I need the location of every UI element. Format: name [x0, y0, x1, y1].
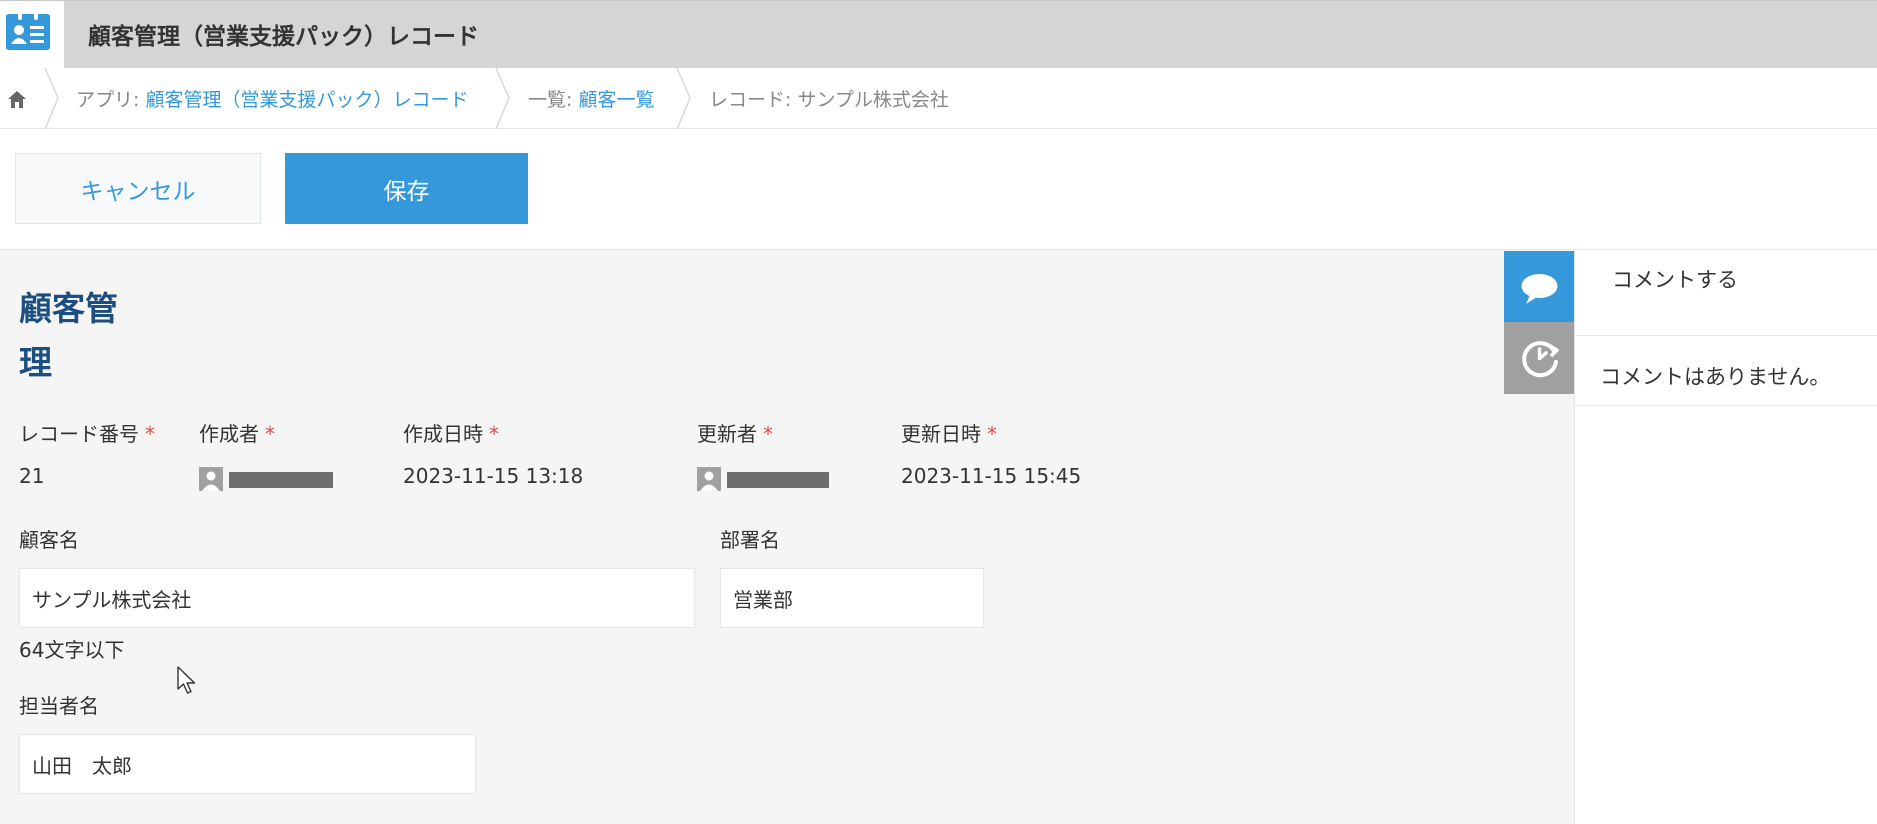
breadcrumb-separator-icon: [44, 68, 59, 129]
form-title: 顧客管理: [19, 289, 118, 382]
creator-label: 作成者 *: [199, 422, 275, 446]
breadcrumb-record: レコード: サンプル株式会社: [709, 89, 949, 111]
no-comments-message: コメントはありません。: [1600, 365, 1831, 389]
record-number-value: 21: [19, 464, 45, 488]
user-icon: [697, 467, 721, 491]
breadcrumb-app: アプリ: 顧客管理（営業支援パック）レコード: [76, 85, 468, 112]
home-icon[interactable]: [6, 88, 28, 110]
department-input[interactable]: [720, 568, 984, 628]
customer-name-hint: 64文字以下: [19, 638, 125, 662]
comment-panel: コメントする コメントはありません。: [1574, 250, 1877, 824]
app-title: 顧客管理（営業支援パック）レコード: [88, 24, 479, 50]
updater-label: 更新者 *: [697, 422, 773, 446]
created-at-value: 2023-11-15 13:18: [403, 464, 584, 488]
history-clock-icon: [1522, 341, 1559, 378]
updated-at-value: 2023-11-15 15:45: [901, 464, 1082, 488]
breadcrumb-separator-icon: [676, 68, 691, 129]
updated-at-label: 更新日時 *: [901, 422, 997, 446]
cancel-button[interactable]: キャンセル: [15, 153, 261, 224]
department-label: 部署名: [720, 528, 780, 552]
user-icon: [199, 467, 223, 491]
record-number-label: レコード番号 *: [19, 422, 155, 446]
app-icon-container: [0, 1, 64, 69]
customer-name-input[interactable]: [19, 568, 695, 628]
comment-tab[interactable]: [1504, 251, 1575, 322]
required-mark: *: [763, 422, 773, 446]
created-at-label: 作成日時 *: [403, 422, 499, 446]
breadcrumb-list: 一覧: 顧客一覧: [528, 85, 654, 112]
divider: [1575, 405, 1877, 406]
required-mark: *: [489, 422, 499, 446]
contact-name-input[interactable]: [19, 734, 476, 794]
breadcrumb: アプリ: 顧客管理（営業支援パック）レコード 一覧: 顧客一覧 レコード: サン…: [0, 68, 1877, 129]
creator-name-redacted[interactable]: [229, 472, 333, 488]
breadcrumb-list-prefix: 一覧:: [528, 89, 579, 111]
save-button[interactable]: 保存: [285, 153, 528, 224]
mouse-cursor-icon: [177, 666, 196, 694]
updater-name-redacted[interactable]: [727, 472, 829, 488]
comment-bubble-icon: [1521, 274, 1558, 304]
customer-name-label: 顧客名: [19, 528, 79, 552]
required-mark: *: [265, 422, 275, 446]
app-header: 顧客管理（営業支援パック）レコード: [0, 0, 1877, 69]
breadcrumb-list-link[interactable]: 顧客一覧: [578, 89, 654, 111]
toolbar: キャンセル 保存: [0, 129, 1877, 250]
breadcrumb-separator-icon: [495, 68, 510, 129]
breadcrumb-app-prefix: アプリ:: [76, 89, 146, 111]
comment-input-trigger[interactable]: コメントする: [1612, 264, 1738, 294]
breadcrumb-app-link[interactable]: 顧客管理（営業支援パック）レコード: [145, 89, 468, 111]
required-mark: *: [145, 422, 155, 446]
contact-name-label: 担当者名: [19, 694, 99, 718]
app-icon[interactable]: [6, 12, 50, 50]
history-tab[interactable]: [1504, 322, 1575, 394]
required-mark: *: [987, 422, 997, 446]
record-form: 顧客管理 レコード番号 * 21 作成者 * 作成日時 * 2023-11-15 13…: [0, 250, 1574, 824]
contact-card-icon: [6, 12, 50, 50]
divider: [1575, 335, 1877, 336]
